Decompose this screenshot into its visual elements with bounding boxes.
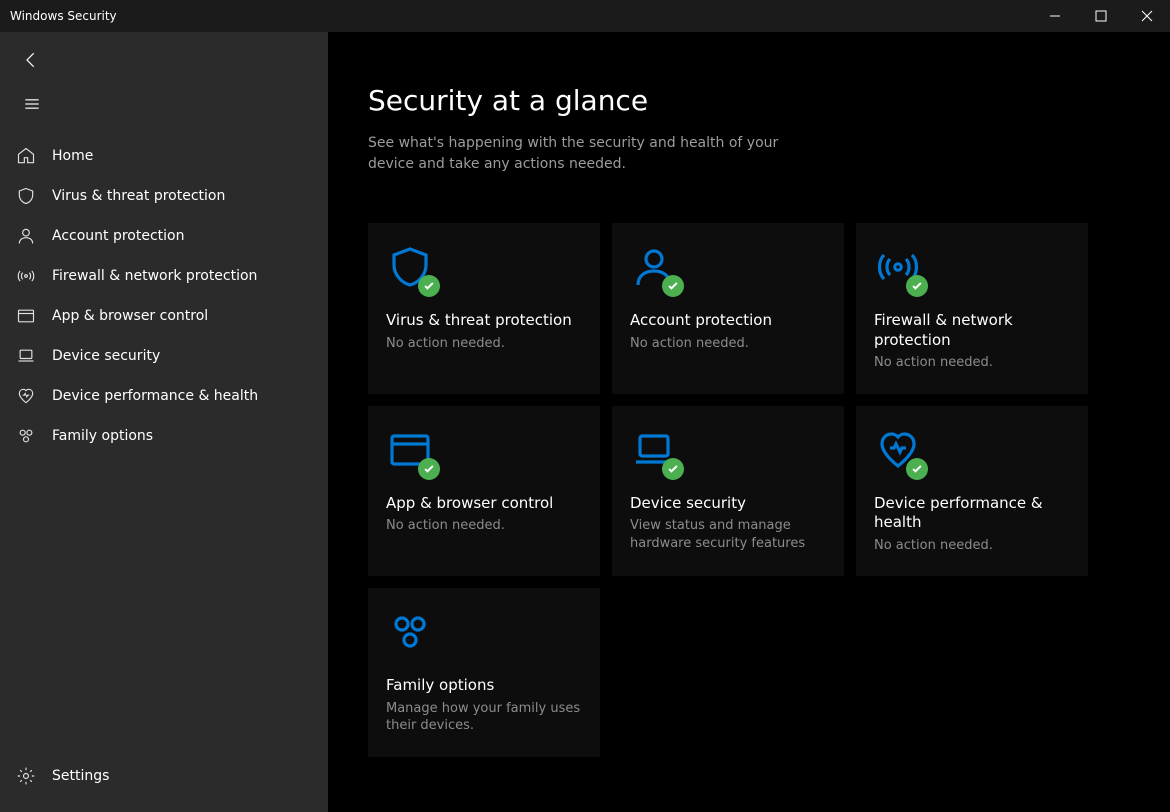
tile-title: App & browser control [386, 494, 582, 514]
tile-subtitle: No action needed. [874, 537, 1070, 555]
tile-browser[interactable]: App & browser control No action needed. [368, 406, 600, 577]
sidebar-item-label: Device performance & health [52, 388, 258, 404]
tile-heart[interactable]: Device performance & health No action nee… [856, 406, 1088, 577]
sidebar-item-family[interactable]: Family options [0, 416, 328, 456]
tile-subtitle: No action needed. [386, 335, 582, 353]
page-subtitle: See what's happening with the security a… [368, 133, 788, 175]
sidebar-item-label: Settings [52, 768, 109, 784]
family-icon [16, 426, 36, 446]
sidebar-item-label: Family options [52, 428, 153, 444]
heart-icon [874, 426, 922, 474]
hamburger-button[interactable] [12, 84, 52, 124]
sidebar-nav: Home Virus & threat protection Account pro… [0, 136, 328, 748]
sidebar-item-label: Virus & threat protection [52, 188, 225, 204]
tile-title: Device security [630, 494, 826, 514]
tile-title: Account protection [630, 311, 826, 331]
tiles-grid: Virus & threat protection No action neede… [368, 223, 1130, 757]
sidebar-item-shield[interactable]: Virus & threat protection [0, 176, 328, 216]
heart-icon [16, 386, 36, 406]
status-badge-ok [662, 275, 684, 297]
main-content: Security at a glance See what's happenin… [328, 32, 1170, 812]
tile-subtitle: No action needed. [874, 354, 1070, 372]
person-icon [16, 226, 36, 246]
home-icon [16, 146, 36, 166]
browser-icon [386, 426, 434, 474]
sidebar: Home Virus & threat protection Account pro… [0, 32, 328, 812]
status-badge-ok [662, 458, 684, 480]
antenna-icon [16, 266, 36, 286]
sidebar-item-settings[interactable]: Settings [0, 756, 328, 796]
tile-person[interactable]: Account protection No action needed. [612, 223, 844, 394]
window-title: Windows Security [10, 9, 1032, 23]
close-button[interactable] [1124, 0, 1170, 32]
family-icon [386, 608, 434, 656]
person-icon [630, 243, 678, 291]
tile-subtitle: Manage how your family uses their device… [386, 700, 582, 735]
tile-title: Virus & threat protection [386, 311, 582, 331]
browser-icon [16, 306, 36, 326]
sidebar-item-label: App & browser control [52, 308, 208, 324]
sidebar-item-label: Account protection [52, 228, 185, 244]
sidebar-item-label: Device security [52, 348, 160, 364]
sidebar-item-laptop[interactable]: Device security [0, 336, 328, 376]
shield-icon [16, 186, 36, 206]
back-button[interactable] [12, 40, 52, 80]
tile-laptop[interactable]: Device security View status and manage ha… [612, 406, 844, 577]
sidebar-item-home[interactable]: Home [0, 136, 328, 176]
laptop-icon [630, 426, 678, 474]
tile-antenna[interactable]: Firewall & network protection No action n… [856, 223, 1088, 394]
minimize-button[interactable] [1032, 0, 1078, 32]
status-badge-ok [906, 275, 928, 297]
tile-family[interactable]: Family options Manage how your family use… [368, 588, 600, 757]
status-badge-ok [418, 275, 440, 297]
page-title: Security at a glance [368, 84, 1130, 117]
sidebar-item-antenna[interactable]: Firewall & network protection [0, 256, 328, 296]
tile-title: Device performance & health [874, 494, 1070, 533]
tile-title: Family options [386, 676, 582, 696]
maximize-button[interactable] [1078, 0, 1124, 32]
gear-icon [16, 766, 36, 786]
sidebar-item-person[interactable]: Account protection [0, 216, 328, 256]
status-badge-ok [418, 458, 440, 480]
sidebar-item-heart[interactable]: Device performance & health [0, 376, 328, 416]
tile-subtitle: No action needed. [386, 517, 582, 535]
antenna-icon [874, 243, 922, 291]
tile-shield[interactable]: Virus & threat protection No action neede… [368, 223, 600, 394]
laptop-icon [16, 346, 36, 366]
tile-subtitle: No action needed. [630, 335, 826, 353]
shield-icon [386, 243, 434, 291]
sidebar-item-browser[interactable]: App & browser control [0, 296, 328, 336]
sidebar-item-label: Firewall & network protection [52, 268, 257, 284]
status-badge-ok [906, 458, 928, 480]
tile-subtitle: View status and manage hardware security… [630, 517, 826, 552]
sidebar-item-label: Home [52, 148, 93, 164]
tile-title: Firewall & network protection [874, 311, 1070, 350]
titlebar: Windows Security [0, 0, 1170, 32]
